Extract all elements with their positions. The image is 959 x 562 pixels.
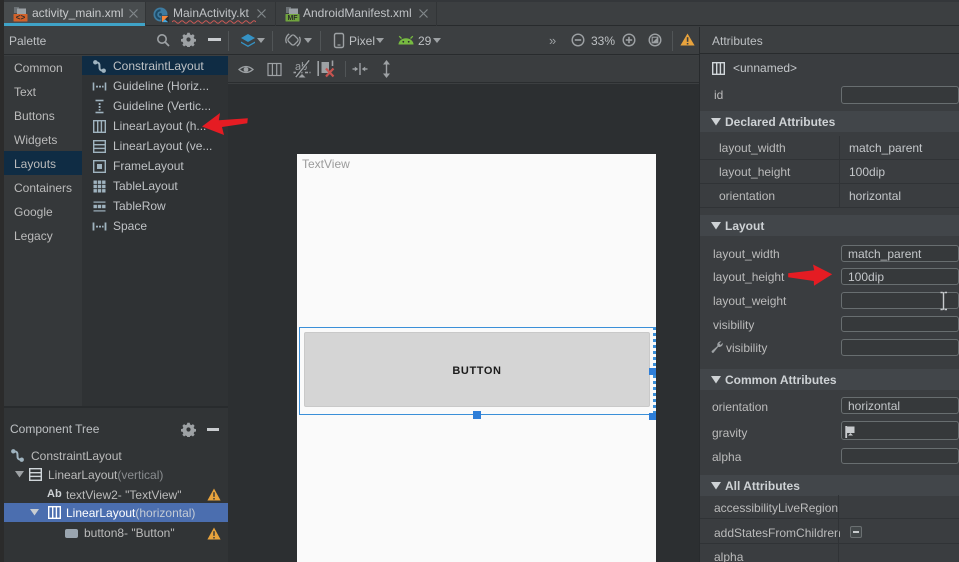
svg-text:MF: MF (287, 15, 298, 22)
svg-text:<>: <> (16, 14, 26, 22)
